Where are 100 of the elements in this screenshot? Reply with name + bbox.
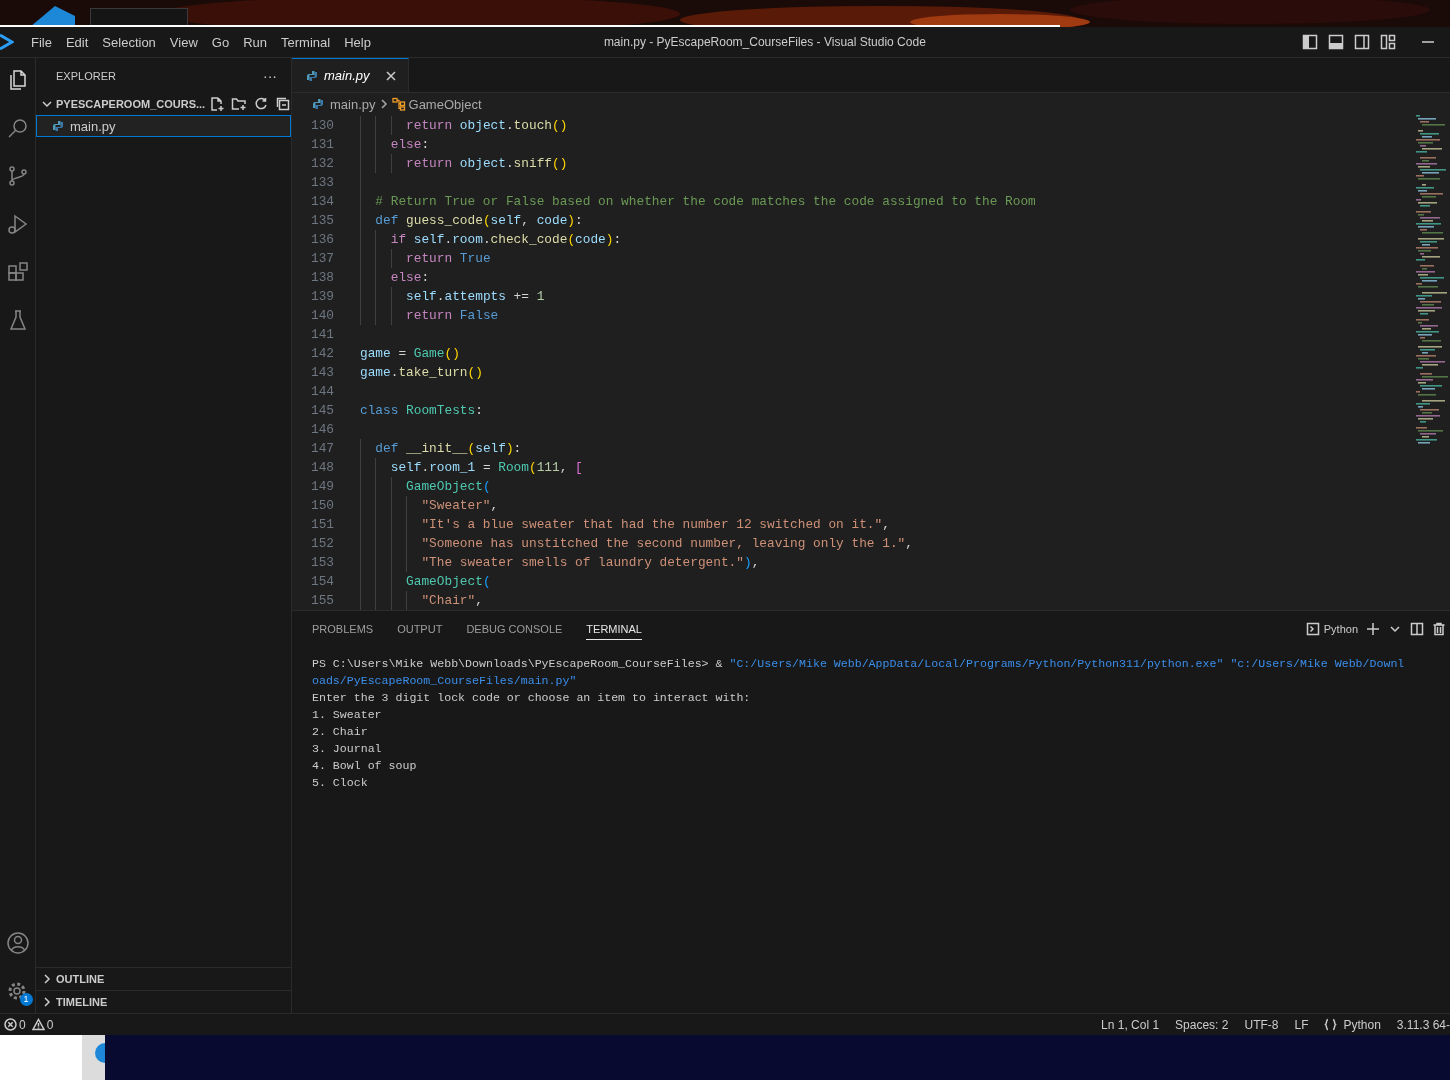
extensions-icon[interactable] bbox=[5, 260, 30, 284]
sidebar-title: EXPLORER bbox=[56, 69, 116, 82]
code-line: class RoomTests: bbox=[360, 402, 483, 420]
python-icon bbox=[52, 120, 64, 132]
code-line: return False bbox=[360, 306, 499, 325]
split-icon[interactable] bbox=[1410, 622, 1424, 636]
line-number: 147 bbox=[309, 441, 335, 456]
window-title: main.py - PyEscapeRoom_CourseFiles - Visual Studio Code bbox=[603, 35, 926, 49]
warning-count[interactable]: 0 bbox=[46, 1017, 54, 1032]
line-number: 148 bbox=[309, 460, 335, 475]
error-count[interactable]: 0 bbox=[19, 1017, 26, 1032]
code-line: else: bbox=[360, 135, 430, 154]
braces-icon bbox=[1324, 1018, 1338, 1031]
section-header[interactable]: TIMELINE bbox=[56, 996, 108, 1008]
line-number: 151 bbox=[309, 517, 335, 532]
status-item[interactable]: 3.11.3 64- bbox=[1396, 1017, 1450, 1032]
line-number: 154 bbox=[309, 574, 335, 589]
code-line: def __init__(self): bbox=[360, 439, 522, 458]
new-file-icon[interactable] bbox=[209, 96, 226, 112]
line-number: 136 bbox=[309, 232, 335, 247]
code-line: return object.sniff() bbox=[360, 154, 568, 173]
trash-icon[interactable] bbox=[1432, 622, 1446, 636]
line-number: 152 bbox=[309, 536, 335, 551]
status-item[interactable]: UTF-8 bbox=[1244, 1017, 1279, 1032]
line-number: 146 bbox=[309, 422, 335, 437]
line-number: 144 bbox=[309, 384, 335, 399]
sidebar-toggle-icon[interactable] bbox=[1302, 34, 1318, 50]
status-item[interactable]: Ln 1, Col 1 bbox=[1101, 1017, 1160, 1032]
line-number: 145 bbox=[309, 403, 335, 418]
line-number: 141 bbox=[309, 327, 335, 342]
line-number: 155 bbox=[309, 593, 335, 608]
layout-icon[interactable] bbox=[1380, 34, 1396, 50]
python-icon bbox=[306, 69, 318, 82]
code-line: else: bbox=[360, 268, 430, 287]
terminal-line: Enter the 3 digit lock code or choose an item to interact with: bbox=[312, 690, 752, 706]
terminal-line: oads/PyEscapeRoom_CourseFiles/main.py" bbox=[312, 673, 578, 689]
split-layout-icon[interactable] bbox=[1354, 34, 1370, 50]
code-line: if self.room.check_code(code): bbox=[360, 230, 622, 249]
menu-item[interactable]: Help bbox=[337, 34, 378, 50]
more-actions-button[interactable]: ··· bbox=[263, 67, 277, 84]
line-number: 137 bbox=[309, 251, 335, 266]
new-folder-icon[interactable] bbox=[231, 96, 248, 112]
menu-item[interactable]: Terminal bbox=[274, 34, 338, 50]
code-line: "Someone has unstitched the second number, leaving only the 1.", bbox=[360, 534, 913, 553]
terminal-line: 1. Sweater bbox=[312, 707, 383, 723]
terminal-icon bbox=[1305, 622, 1320, 636]
run-debug-icon[interactable] bbox=[5, 212, 30, 236]
code-line: "It's a blue sweater that had the number 12 switched on it.", bbox=[360, 515, 890, 534]
terminal-line: PS C:\Users\Mike Webb\Downloads\PyEscapeRoom_CourseFiles> & "C:/Users/Mike Webb/AppData/Local/Programs/Python/Python311/python.exe" "c:/Users/Mike Webb/Downl bbox=[312, 656, 1406, 672]
breadcrumb-item[interactable]: main.py bbox=[330, 96, 376, 112]
panel-tab[interactable]: TERMINAL bbox=[586, 618, 642, 640]
code-line: return True bbox=[360, 249, 491, 268]
code-line: game.take_turn() bbox=[360, 364, 483, 382]
menu-item[interactable]: View bbox=[162, 34, 205, 50]
status-item[interactable]: Python bbox=[1324, 1017, 1381, 1032]
menu-item[interactable]: Edit bbox=[58, 34, 96, 50]
breadcrumb-item[interactable]: GameObject bbox=[408, 96, 482, 112]
error-icon[interactable] bbox=[4, 1018, 17, 1031]
menu-item[interactable]: File bbox=[24, 34, 59, 50]
file-tree-item[interactable]: main.py bbox=[36, 115, 291, 137]
line-number: 131 bbox=[309, 137, 335, 152]
editor-tab[interactable]: main.py bbox=[292, 58, 409, 92]
code-line: GameObject( bbox=[360, 572, 491, 591]
code-line: "Chair", bbox=[360, 591, 483, 610]
collapse-all-icon[interactable] bbox=[275, 96, 292, 112]
menu-item[interactable]: Selection bbox=[95, 34, 163, 50]
code-line: return object.touch() bbox=[360, 116, 568, 135]
plus-icon[interactable] bbox=[1366, 622, 1380, 636]
line-number: 133 bbox=[309, 175, 335, 190]
menu-item[interactable]: Run bbox=[236, 34, 274, 50]
warning-icon[interactable] bbox=[31, 1018, 45, 1031]
code-line: def guess_code(self, code): bbox=[360, 211, 583, 230]
panel-tab[interactable]: DEBUG CONSOLE bbox=[466, 618, 563, 640]
code-line: "The sweater smells of laundry detergent."), bbox=[360, 553, 760, 572]
code-line: game = Game() bbox=[360, 345, 460, 363]
panel-tab[interactable]: PROBLEMS bbox=[312, 618, 374, 640]
folder-name[interactable]: PYESCAPEROOM_COURS... bbox=[56, 98, 206, 110]
app-logo-icon bbox=[0, 33, 14, 51]
status-item[interactable]: Spaces: 2 bbox=[1175, 1017, 1229, 1032]
account-icon[interactable] bbox=[5, 931, 30, 955]
line-number: 132 bbox=[309, 156, 335, 171]
notification-badge: 1 bbox=[19, 993, 33, 1006]
code-line: self.attempts += 1 bbox=[360, 287, 545, 306]
status-item[interactable]: LF bbox=[1294, 1017, 1309, 1032]
close-icon[interactable] bbox=[383, 68, 398, 83]
menu-item[interactable]: Go bbox=[204, 34, 237, 50]
refresh-icon[interactable] bbox=[253, 96, 270, 112]
code-line: GameObject( bbox=[360, 477, 491, 496]
panel-toggle-icon[interactable] bbox=[1328, 34, 1344, 50]
line-number: 143 bbox=[309, 365, 335, 380]
section-header[interactable]: OUTLINE bbox=[56, 973, 105, 985]
terminal-profile[interactable]: Python bbox=[1305, 622, 1358, 636]
line-number: 149 bbox=[309, 479, 335, 494]
line-number: 139 bbox=[309, 289, 335, 304]
line-number: 153 bbox=[309, 555, 335, 570]
panel-tab[interactable]: OUTPUT bbox=[397, 618, 443, 640]
line-number: 140 bbox=[309, 308, 335, 323]
terminal-line: 5. Clock bbox=[312, 775, 369, 791]
line-number: 138 bbox=[309, 270, 335, 285]
line-number: 130 bbox=[309, 118, 335, 133]
